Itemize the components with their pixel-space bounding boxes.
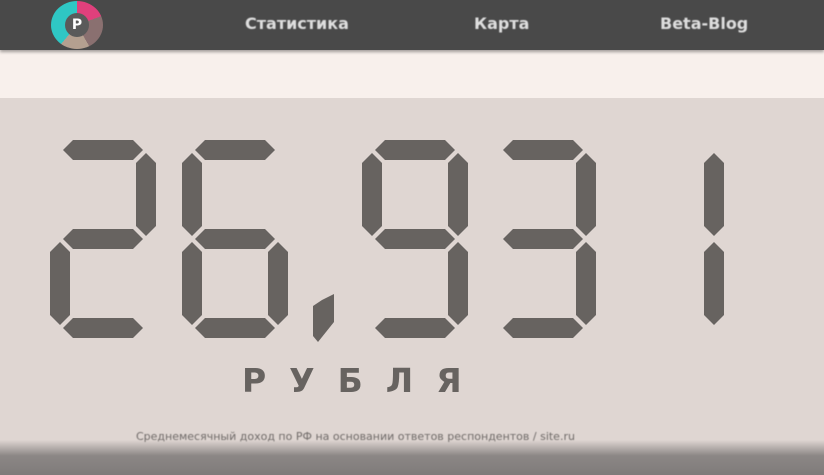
digit-3-segment-g — [375, 229, 455, 249]
digit-2-segment-e — [182, 242, 202, 325]
digit-5-segment-b — [704, 153, 724, 236]
nav-link-map[interactable]: Карта — [474, 14, 529, 34]
digit-4-segment-a — [503, 140, 583, 160]
digit-4-segment-c — [576, 242, 596, 325]
digit-3-segment-a — [375, 140, 455, 160]
decimal-comma — [313, 294, 334, 342]
sub-header-bar — [0, 50, 824, 98]
digit-2-segment-g — [195, 229, 275, 249]
digit-4-segment-d — [503, 318, 583, 338]
digit-1-segment-b — [136, 153, 156, 236]
logo[interactable]: P — [51, 1, 103, 49]
digit-2-segment-d — [195, 318, 275, 338]
digit-3-segment-d — [375, 318, 455, 338]
top-navigation-bar: P Статистика Карта Beta-Blog — [0, 0, 824, 50]
digit-3-segment-b — [448, 153, 468, 236]
nav-link-statistics[interactable]: Статистика — [245, 14, 349, 34]
footer-shade — [0, 440, 824, 475]
logo-letter: P — [65, 13, 89, 37]
digit-5-segment-c — [704, 242, 724, 325]
nav-link-beta-blog[interactable]: Beta-Blog — [660, 14, 748, 34]
digit-2-segment-f — [182, 153, 202, 236]
digit-3-segment-f — [362, 153, 382, 236]
digit-2-segment-a — [195, 140, 275, 160]
digit-1-segment-d — [63, 318, 143, 338]
digit-4-segment-g — [503, 229, 583, 249]
digit-1-segment-a — [63, 140, 143, 160]
digit-4-segment-b — [576, 153, 596, 236]
digit-1-segment-e — [50, 242, 70, 325]
digit-2-segment-c — [268, 242, 288, 325]
digit-3-segment-c — [448, 242, 468, 325]
digit-1-segment-g — [63, 229, 143, 249]
